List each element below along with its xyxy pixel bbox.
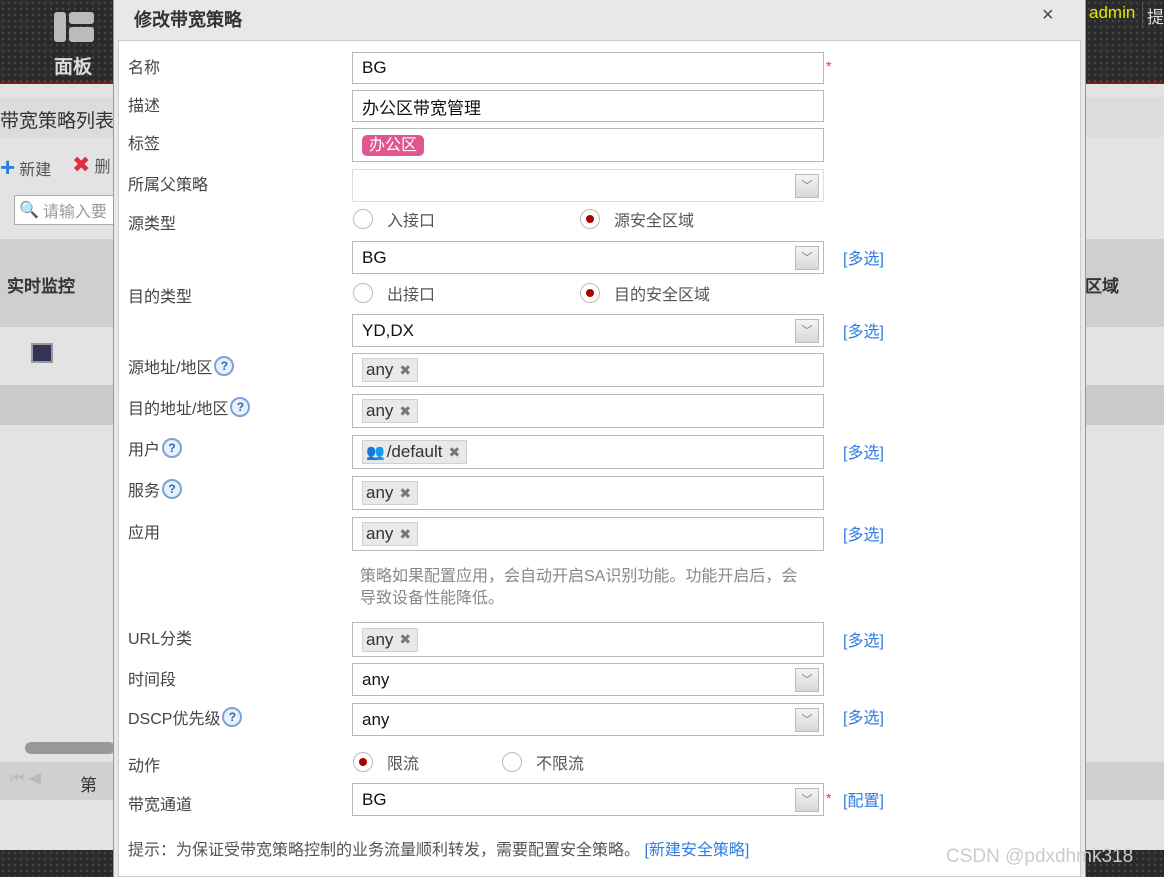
radio-checked-icon	[353, 752, 373, 772]
dscp-multi-link[interactable]: [多选]	[843, 704, 884, 728]
parent-select[interactable]: ﹀	[352, 169, 824, 202]
name-input[interactable]: BG	[352, 52, 824, 84]
dashboard-icon[interactable]	[54, 12, 94, 42]
remove-icon[interactable]: ✖	[399, 403, 411, 420]
channel-label: 带宽通道	[128, 797, 193, 814]
chevron-down-icon[interactable]: ﹀	[795, 173, 819, 198]
radio-no-limit[interactable]: 不限流	[502, 750, 584, 774]
radio-src-zone[interactable]: 源安全区域	[580, 207, 694, 231]
radio-icon	[353, 283, 373, 303]
chip-any: any ✖	[362, 399, 419, 423]
chevron-down-icon[interactable]: ﹀	[795, 245, 819, 270]
remove-icon[interactable]: ✖	[448, 444, 460, 461]
time-select[interactable]: any ﹀	[352, 663, 824, 696]
action-label: 动作	[128, 758, 161, 775]
chip-any: any ✖	[362, 522, 419, 546]
tag-input[interactable]: 办公区	[352, 128, 824, 162]
service-input[interactable]: any ✖	[352, 476, 824, 510]
chevron-down-icon[interactable]: ﹀	[795, 667, 819, 692]
required-mark: *	[826, 58, 832, 74]
delete-x-icon: ✖	[72, 152, 91, 177]
user-input[interactable]: 👥/default ✖	[352, 435, 824, 469]
app-input[interactable]: any ✖	[352, 517, 824, 551]
src-zone-select[interactable]: BG ﹀	[352, 241, 824, 274]
src-addr-label: 源地址/地区?	[128, 354, 235, 378]
dst-addr-input[interactable]: any ✖	[352, 394, 824, 428]
close-icon[interactable]: ×	[1042, 4, 1054, 27]
url-multi-link[interactable]: [多选]	[843, 627, 884, 651]
dialog-title: 修改带宽策略	[134, 10, 242, 30]
delete-button[interactable]: ✖ 删	[72, 152, 110, 178]
parent-label: 所属父策略	[128, 177, 209, 194]
channel-select[interactable]: BG ﹀	[352, 783, 824, 816]
radio-checked-icon	[580, 283, 600, 303]
col-monitor[interactable]: 实时监控	[7, 272, 75, 297]
new-security-policy-link[interactable]: [新建安全策略]	[644, 842, 749, 859]
radio-limit[interactable]: 限流	[353, 750, 419, 774]
radio-in-interface[interactable]: 入接口	[353, 207, 435, 231]
help-icon[interactable]: ?	[162, 438, 183, 458]
horizontal-scrollbar[interactable]	[25, 742, 115, 754]
watermark: CSDN @pdxdhmk318	[946, 846, 1134, 867]
dst-addr-label: 目的地址/地区?	[128, 395, 251, 419]
monitor-icon[interactable]	[31, 343, 53, 363]
url-label: URL分类	[128, 631, 193, 648]
chip-any: any ✖	[362, 481, 419, 505]
help-icon[interactable]: ?	[222, 707, 243, 727]
chip-user: 👥/default ✖	[362, 440, 468, 464]
tag-chip[interactable]: 办公区	[362, 134, 425, 156]
user-multi-link[interactable]: [多选]	[843, 439, 884, 463]
tag-label: 标签	[128, 136, 161, 153]
plus-icon: +	[0, 152, 16, 182]
dst-zone-select[interactable]: YD,DX ﹀	[352, 314, 824, 347]
list-title: 带宽策略列表	[0, 111, 115, 132]
service-label: 服务?	[128, 477, 183, 501]
new-button[interactable]: + 新建	[0, 152, 51, 183]
col-zone[interactable]: 区域	[1085, 272, 1119, 297]
pager-label: 第	[80, 776, 97, 795]
admin-user[interactable]: admin	[1086, 0, 1138, 26]
desc-label: 描述	[128, 98, 161, 115]
src-type-label: 源类型	[128, 216, 177, 233]
name-label: 名称	[128, 60, 161, 77]
remove-icon[interactable]: ✖	[399, 631, 411, 648]
app-label: 应用	[128, 525, 161, 542]
dst-type-label: 目的类型	[128, 289, 193, 306]
first-page-icon[interactable]: ⏮ ◀	[10, 768, 41, 788]
radio-checked-icon	[580, 209, 600, 229]
help-icon[interactable]: ?	[230, 397, 251, 417]
required-mark: *	[826, 790, 832, 806]
chevron-down-icon[interactable]: ﹀	[795, 318, 819, 343]
dscp-label: DSCP优先级?	[128, 705, 243, 729]
radio-icon	[353, 209, 373, 229]
help-icon[interactable]: ?	[214, 356, 235, 376]
url-input[interactable]: any ✖	[352, 622, 824, 657]
radio-icon	[502, 752, 522, 772]
radio-dst-zone[interactable]: 目的安全区域	[580, 281, 710, 305]
remove-icon[interactable]: ✖	[399, 362, 411, 379]
nav-dashboard[interactable]: 面板	[54, 52, 92, 79]
user-label: 用户?	[128, 436, 183, 460]
dscp-select[interactable]: any ﹀	[352, 703, 824, 736]
channel-config-link[interactable]: [配置]	[843, 787, 884, 811]
time-label: 时间段	[128, 672, 177, 689]
hint-text: 提示：为保证受带宽策略控制的业务流量顺利转发，需要配置安全策略。 [新建安全策略…	[128, 842, 750, 859]
src-addr-input[interactable]: any ✖	[352, 353, 824, 387]
desc-input[interactable]: 办公区带宽管理	[352, 90, 824, 122]
help-icon[interactable]: ?	[162, 479, 183, 499]
chip-any: any ✖	[362, 358, 419, 382]
src-zone-multi-link[interactable]: [多选]	[843, 245, 884, 269]
chevron-down-icon[interactable]: ﹀	[795, 707, 819, 732]
dst-zone-multi-link[interactable]: [多选]	[843, 318, 884, 342]
app-note: 策略如果配置应用，会自动开启SA识别功能。功能开启后，会导致设备性能降低。	[360, 568, 798, 607]
remove-icon[interactable]: ✖	[399, 526, 411, 543]
remove-icon[interactable]: ✖	[399, 485, 411, 502]
user-group-icon: 👥	[366, 444, 385, 461]
chip-any: any ✖	[362, 627, 419, 652]
search-icon: 🔍	[19, 202, 39, 219]
nav-next[interactable]: 提	[1142, 3, 1164, 28]
chevron-down-icon[interactable]: ﹀	[795, 787, 819, 812]
radio-out-interface[interactable]: 出接口	[353, 281, 435, 305]
app-multi-link[interactable]: [多选]	[843, 521, 884, 545]
